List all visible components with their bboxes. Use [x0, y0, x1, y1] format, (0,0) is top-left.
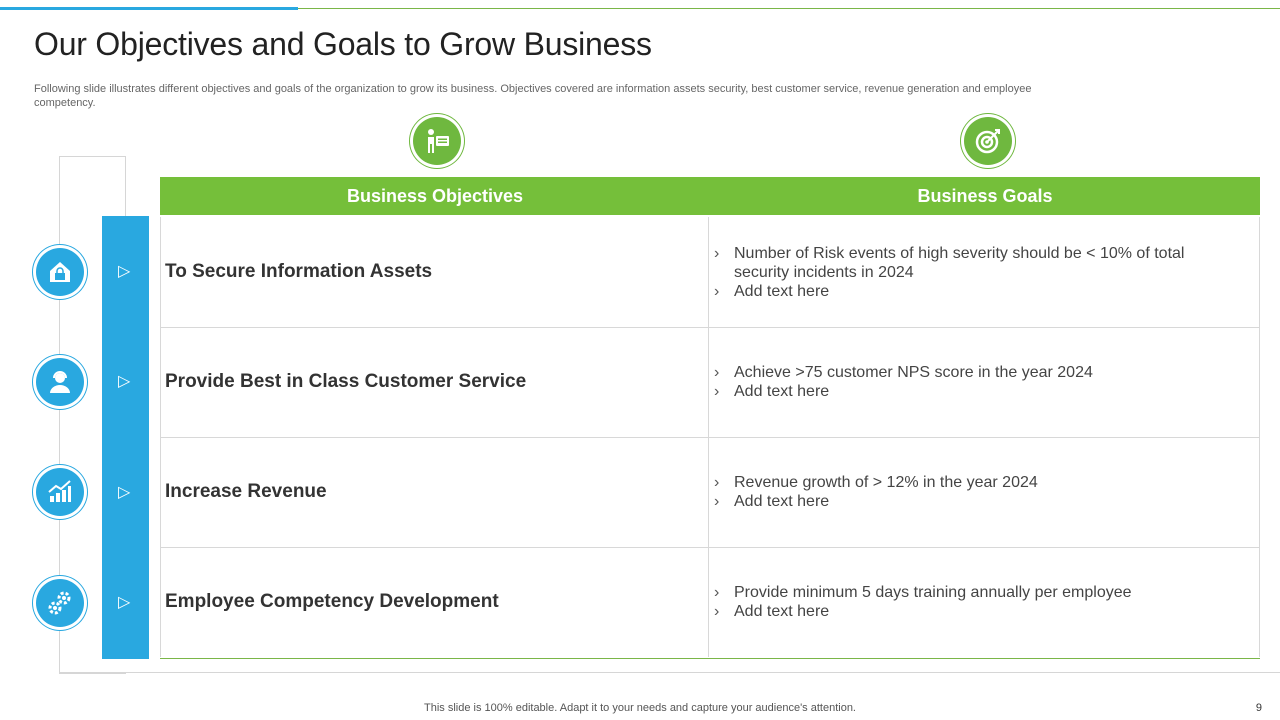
table-row: Increase Revenue › Revenue growth of > 12…	[160, 437, 1260, 548]
goal-item: › Add text here	[714, 603, 830, 620]
top-accent-blue	[0, 7, 298, 10]
objective-cell: To Secure Information Assets	[160, 217, 709, 327]
top-accent-green	[298, 8, 1280, 9]
goal-item: › Achieve >75 customer NPS score in the y…	[714, 364, 1093, 381]
objective-cell: Increase Revenue	[160, 437, 709, 547]
goal-item: › Number of Risk events of high severity …	[714, 244, 1185, 281]
table-row: To Secure Information Assets › Number of …	[160, 217, 1260, 328]
growth-chart-icon	[33, 465, 87, 519]
goals-cell: › Provide minimum 5 days training annuall…	[710, 547, 1260, 657]
gears-icon	[33, 576, 87, 630]
play-icon: ▷	[118, 263, 131, 280]
customer-support-icon	[33, 355, 87, 409]
objectives-goals-table: Business Objectives Business Goals To Se…	[160, 177, 1260, 659]
goals-cell: › Number of Risk events of high severity …	[710, 217, 1260, 327]
table-bottom-border	[160, 658, 1260, 659]
objective-cell: Provide Best in Class Customer Service	[160, 327, 709, 437]
objective-cell: Employee Competency Development	[160, 547, 709, 657]
play-icon: ▷	[118, 594, 131, 611]
presenter-board-icon	[410, 114, 464, 168]
goal-item: › Add text here	[714, 282, 830, 300]
bottom-divider	[59, 672, 1280, 673]
secure-house-icon	[33, 245, 87, 299]
goals-cell: › Revenue growth of > 12% in the year 202…	[710, 437, 1260, 547]
slide-subtitle: Following slide illustrates different ob…	[34, 83, 1032, 109]
target-icon	[961, 114, 1015, 168]
page-number: 9	[1255, 702, 1262, 714]
timeline-bracket-edge	[125, 156, 126, 216]
slide-title: Our Objectives and Goals to Grow Busines…	[34, 26, 652, 62]
goal-item: › Add text here	[714, 493, 830, 510]
table-row: Provide Best in Class Customer Service ›…	[160, 327, 1260, 438]
play-icon: ▷	[118, 373, 131, 390]
table-row: Employee Competency Development › Provide…	[160, 547, 1260, 657]
objective-marker-bar	[102, 216, 149, 659]
header-goals: Business Goals	[710, 177, 1260, 215]
slide-footer: This slide is 100% editable. Adapt it to…	[424, 702, 856, 714]
header-objectives: Business Objectives	[160, 177, 710, 215]
play-icon: ▷	[118, 484, 131, 501]
goal-item: › Add text here	[714, 383, 830, 400]
goal-item: › Provide minimum 5 days training annuall…	[714, 584, 1132, 601]
goal-item: › Revenue growth of > 12% in the year 202…	[714, 474, 1038, 491]
goals-cell: › Achieve >75 customer NPS score in the y…	[710, 327, 1260, 437]
